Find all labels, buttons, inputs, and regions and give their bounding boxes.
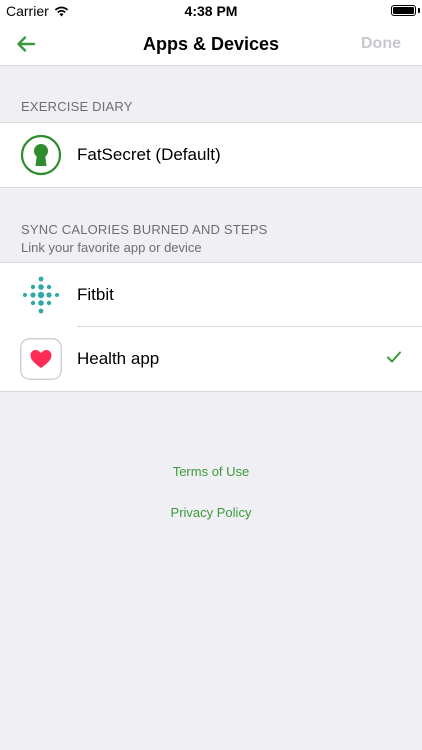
list-item-health-app[interactable]: Health app xyxy=(0,327,422,391)
list-item-fatsecret[interactable]: FatSecret (Default) xyxy=(0,123,422,187)
done-button[interactable]: Done xyxy=(361,35,401,53)
terms-of-use-link[interactable]: Terms of Use xyxy=(0,464,422,479)
privacy-policy-link[interactable]: Privacy Policy xyxy=(0,505,422,520)
sync-header: SYNC CALORIES BURNED AND STEPS xyxy=(21,222,268,237)
checkmark-icon xyxy=(387,351,401,363)
page-title: Apps & Devices xyxy=(142,34,280,54)
fatsecret-label: FatSecret (Default) xyxy=(77,145,221,164)
fitbit-label: Fitbit xyxy=(77,285,114,304)
fitbit-dots-icon xyxy=(23,276,59,314)
health-app-label: Health app xyxy=(77,349,160,368)
heart-icon xyxy=(20,338,62,380)
navigation-bar: Apps & Devices Done xyxy=(0,22,422,66)
battery-icon xyxy=(391,5,416,16)
list-item-fitbit[interactable]: Fitbit xyxy=(0,263,422,327)
exercise-diary-group: FatSecret (Default) xyxy=(0,122,422,188)
keyhole-icon xyxy=(20,134,62,176)
sync-group: Fitbit Health app xyxy=(0,262,422,392)
exercise-diary-header: EXERCISE DIARY xyxy=(21,99,133,114)
status-time: 4:38 PM xyxy=(184,3,238,19)
sync-subheader: Link your favorite app or device xyxy=(21,240,202,255)
status-bar: Carrier 4:38 PM xyxy=(0,0,422,22)
battery-tip xyxy=(418,8,420,13)
